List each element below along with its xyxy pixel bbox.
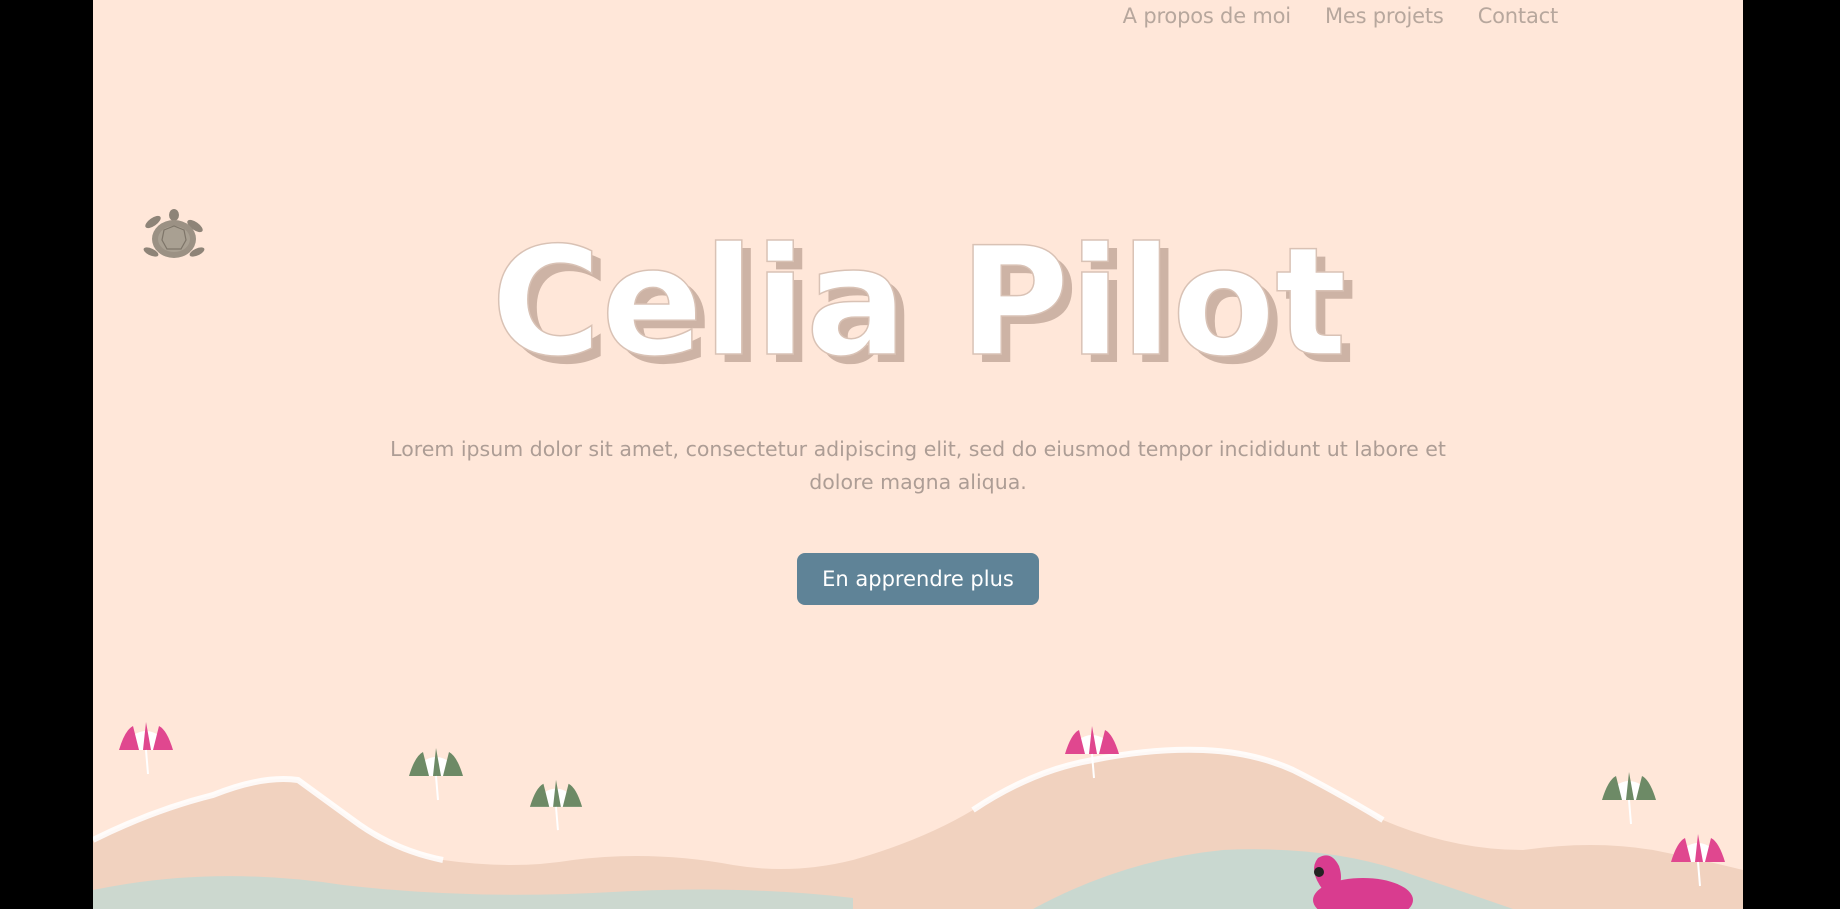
learn-more-button[interactable]: En apprendre plus [797, 553, 1039, 605]
beach-umbrella-icon [1602, 772, 1656, 825]
nav-link-contact[interactable]: Contact [1478, 4, 1559, 28]
beach-umbrella-icon [529, 779, 583, 831]
beach-umbrella-icon [409, 748, 463, 801]
nav-link-projects[interactable]: Mes projets [1325, 4, 1444, 28]
nav-link-about[interactable]: A propos de moi [1123, 4, 1291, 28]
beach-umbrella-icon [1671, 834, 1725, 887]
hero-subtitle: Lorem ipsum dolor sit amet, consectetur … [390, 436, 1446, 494]
beach-umbrella-icon [1065, 726, 1119, 779]
page: A propos de moi Mes projets Contact Celi… [93, 0, 1743, 909]
beach-illustration [93, 746, 1743, 909]
beach-umbrella-icon [119, 722, 173, 775]
top-nav: A propos de moi Mes projets Contact [1123, 0, 1559, 32]
hero-title-text: Celia Pilot [491, 216, 1347, 390]
hero-title: Celia Pilot Celia Pilot [93, 190, 1743, 390]
